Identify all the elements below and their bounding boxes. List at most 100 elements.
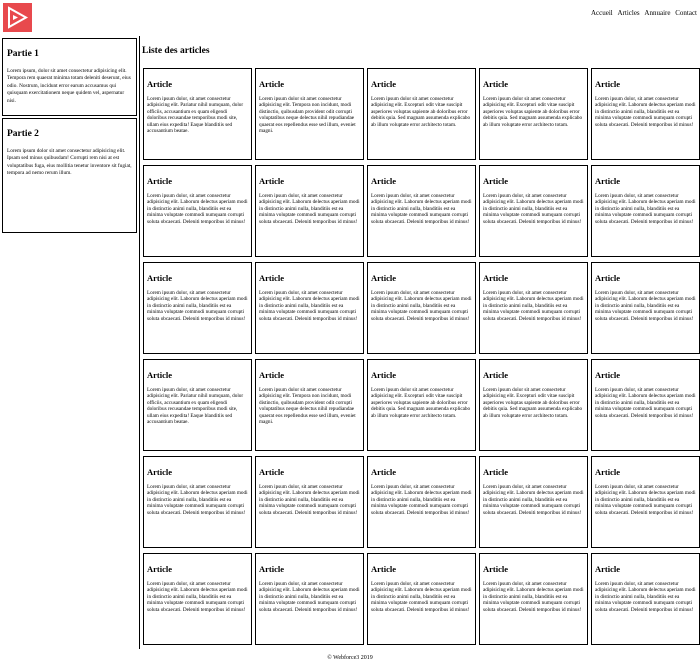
- article-card[interactable]: Article Lorem ipsum dolor, sit amet conse…: [367, 553, 476, 645]
- sidebar-part-2: Partie 2 Lorem ipsum dolor sit amet cons…: [2, 118, 137, 233]
- article-title: Article: [483, 176, 509, 186]
- article-card[interactable]: Article Lorem ipsum dolor, sit amet conse…: [591, 262, 700, 354]
- article-card[interactable]: Article Lorem ipsum dolor, sit amet conse…: [479, 456, 588, 548]
- article-title: Article: [259, 564, 285, 574]
- article-card[interactable]: Article Lorem ipsum dolor, sit amet conse…: [143, 456, 252, 548]
- article-title: Article: [371, 273, 397, 283]
- article-text: Lorem ipsum dolor, sit amet consectetur …: [483, 290, 584, 322]
- article-text: Lorem ipsum dolor sit amet consectetur a…: [483, 387, 583, 419]
- article-card[interactable]: Article Lorem ipsum dolor, sit amet conse…: [591, 456, 700, 548]
- article-text: Lorem ipsum dolor, sit amet consectetur …: [147, 290, 248, 322]
- article-card[interactable]: Article Lorem ipsum dolor, sit amet conse…: [591, 68, 700, 160]
- article-title: Article: [595, 564, 621, 574]
- article-card[interactable]: Article Lorem ipsum dolor, sit amet conse…: [255, 262, 364, 354]
- article-text: Lorem ipsum dolor, sit amet consectetur …: [595, 290, 696, 322]
- article-card[interactable]: Article Lorem ipsum dolor sit amet consec…: [479, 68, 588, 160]
- article-text: Lorem ipsum dolor, sit amet consectetur …: [259, 581, 360, 613]
- article-title: Article: [259, 467, 285, 477]
- article-text: Lorem ipsum dolor, sit amet consectetur …: [371, 484, 472, 516]
- article-text: Lorem ipsum dolor, sit amet consectetur …: [595, 193, 696, 225]
- part-text: Lorem ipsum, dolor sit amet consectetur …: [7, 68, 131, 104]
- article-title: Article: [483, 273, 509, 283]
- article-text: Lorem ipsum dolor, sit amet consectetur …: [259, 290, 360, 322]
- article-text: Lorem ipsum dolor, sit amet consectetur …: [147, 193, 248, 225]
- article-title: Article: [147, 467, 173, 477]
- article-card[interactable]: Article Lorem ipsum dolor sit amet consec…: [479, 359, 588, 451]
- article-card[interactable]: Article Lorem ipsum dolor, sit amet conse…: [143, 165, 252, 257]
- sidebar: Partie 1 Lorem ipsum, dolor sit amet con…: [2, 38, 137, 235]
- article-title: Article: [483, 79, 509, 89]
- nav-link-articles[interactable]: Articles: [618, 9, 640, 17]
- logo[interactable]: [3, 3, 32, 32]
- article-card[interactable]: Article Lorem ipsum dolor, sit amet conse…: [479, 262, 588, 354]
- article-text: Lorem ipsum dolor, sit amet consectetur …: [147, 484, 248, 516]
- article-text: Lorem ipsum dolor, sit amet consectetur …: [595, 581, 696, 613]
- article-card[interactable]: Article Lorem ipsum dolor, sit amet conse…: [591, 165, 700, 257]
- article-text: Lorem ipsum dolor sit amet consectetur a…: [259, 96, 356, 135]
- logo-icon: [3, 3, 32, 32]
- article-card[interactable]: Article Lorem ipsum dolor, sit amet conse…: [479, 165, 588, 257]
- main-nav: Accueil Articles Annuaire Contact: [588, 9, 697, 17]
- article-card[interactable]: Article Lorem ipsum dolor, sit amet conse…: [143, 68, 252, 160]
- article-card[interactable]: Article Lorem ipsum dolor, sit amet conse…: [143, 553, 252, 645]
- article-title: Article: [147, 79, 173, 89]
- article-text: Lorem ipsum dolor, sit amet consectetur …: [371, 290, 472, 322]
- article-title: Article: [483, 370, 509, 380]
- article-title: Article: [259, 273, 285, 283]
- article-grid: Article Lorem ipsum dolor, sit amet conse…: [143, 68, 700, 645]
- article-text: Lorem ipsum dolor, sit amet consectetur …: [483, 484, 584, 516]
- article-card[interactable]: Article Lorem ipsum dolor, sit amet conse…: [591, 359, 700, 451]
- article-title: Article: [259, 370, 285, 380]
- article-title: Article: [595, 467, 621, 477]
- article-text: Lorem ipsum dolor, sit amet consectetur …: [259, 193, 360, 225]
- article-text: Lorem ipsum dolor sit amet consectetur a…: [371, 387, 471, 419]
- article-card[interactable]: Article Lorem ipsum dolor, sit amet conse…: [255, 553, 364, 645]
- article-card[interactable]: Article Lorem ipsum dolor, sit amet conse…: [255, 165, 364, 257]
- article-card[interactable]: Article Lorem ipsum dolor, sit amet conse…: [367, 262, 476, 354]
- article-title: Article: [371, 564, 397, 574]
- article-text: Lorem ipsum dolor sit amet consectetur a…: [483, 96, 583, 128]
- article-title: Article: [259, 176, 285, 186]
- article-text: Lorem ipsum dolor, sit amet consectetur …: [147, 387, 244, 426]
- part-title: Partie 1: [7, 49, 39, 59]
- article-title: Article: [371, 79, 397, 89]
- article-card[interactable]: Article Lorem ipsum dolor sit amet consec…: [255, 359, 364, 451]
- footer-copyright: © Webforce3 2019: [327, 655, 373, 661]
- footer: © Webforce3 2019: [0, 655, 700, 661]
- article-card[interactable]: Article Lorem ipsum dolor sit amet consec…: [255, 68, 364, 160]
- nav-link-accueil[interactable]: Accueil: [591, 9, 613, 17]
- article-title: Article: [147, 370, 173, 380]
- article-card[interactable]: Article Lorem ipsum dolor, sit amet conse…: [479, 553, 588, 645]
- article-title: Article: [595, 176, 621, 186]
- article-title: Article: [483, 564, 509, 574]
- article-title: Article: [595, 79, 621, 89]
- article-card[interactable]: Article Lorem ipsum dolor sit amet consec…: [367, 68, 476, 160]
- article-card[interactable]: Article Lorem ipsum dolor, sit amet conse…: [143, 262, 252, 354]
- nav-link-contact[interactable]: Contact: [675, 9, 697, 17]
- article-title: Article: [595, 370, 621, 380]
- article-card[interactable]: Article Lorem ipsum dolor, sit amet conse…: [255, 456, 364, 548]
- article-title: Article: [371, 467, 397, 477]
- article-text: Lorem ipsum dolor, sit amet consectetur …: [147, 96, 244, 135]
- article-card[interactable]: Article Lorem ipsum dolor, sit amet conse…: [591, 553, 700, 645]
- article-title: Article: [371, 370, 397, 380]
- article-title: Article: [371, 176, 397, 186]
- article-text: Lorem ipsum dolor, sit amet consectetur …: [595, 387, 696, 419]
- nav-link-annuaire[interactable]: Annuaire: [644, 9, 670, 17]
- article-text: Lorem ipsum dolor, sit amet consectetur …: [259, 484, 360, 516]
- article-text: Lorem ipsum dolor, sit amet consectetur …: [595, 96, 696, 128]
- part-title: Partie 2: [7, 129, 39, 139]
- article-text: Lorem ipsum dolor, sit amet consectetur …: [483, 193, 584, 225]
- article-card[interactable]: Article Lorem ipsum dolor, sit amet conse…: [367, 165, 476, 257]
- article-title: Article: [147, 564, 173, 574]
- article-text: Lorem ipsum dolor, sit amet consectetur …: [371, 581, 472, 613]
- article-card[interactable]: Article Lorem ipsum dolor, sit amet conse…: [143, 359, 252, 451]
- article-text: Lorem ipsum dolor, sit amet consectetur …: [371, 193, 472, 225]
- main-divider: [139, 36, 140, 649]
- article-card[interactable]: Article Lorem ipsum dolor, sit amet conse…: [367, 456, 476, 548]
- article-card[interactable]: Article Lorem ipsum dolor sit amet consec…: [367, 359, 476, 451]
- sidebar-part-1: Partie 1 Lorem ipsum, dolor sit amet con…: [2, 38, 137, 116]
- article-text: Lorem ipsum dolor sit amet consectetur a…: [259, 387, 356, 426]
- article-title: Article: [147, 176, 173, 186]
- article-title: Article: [595, 273, 621, 283]
